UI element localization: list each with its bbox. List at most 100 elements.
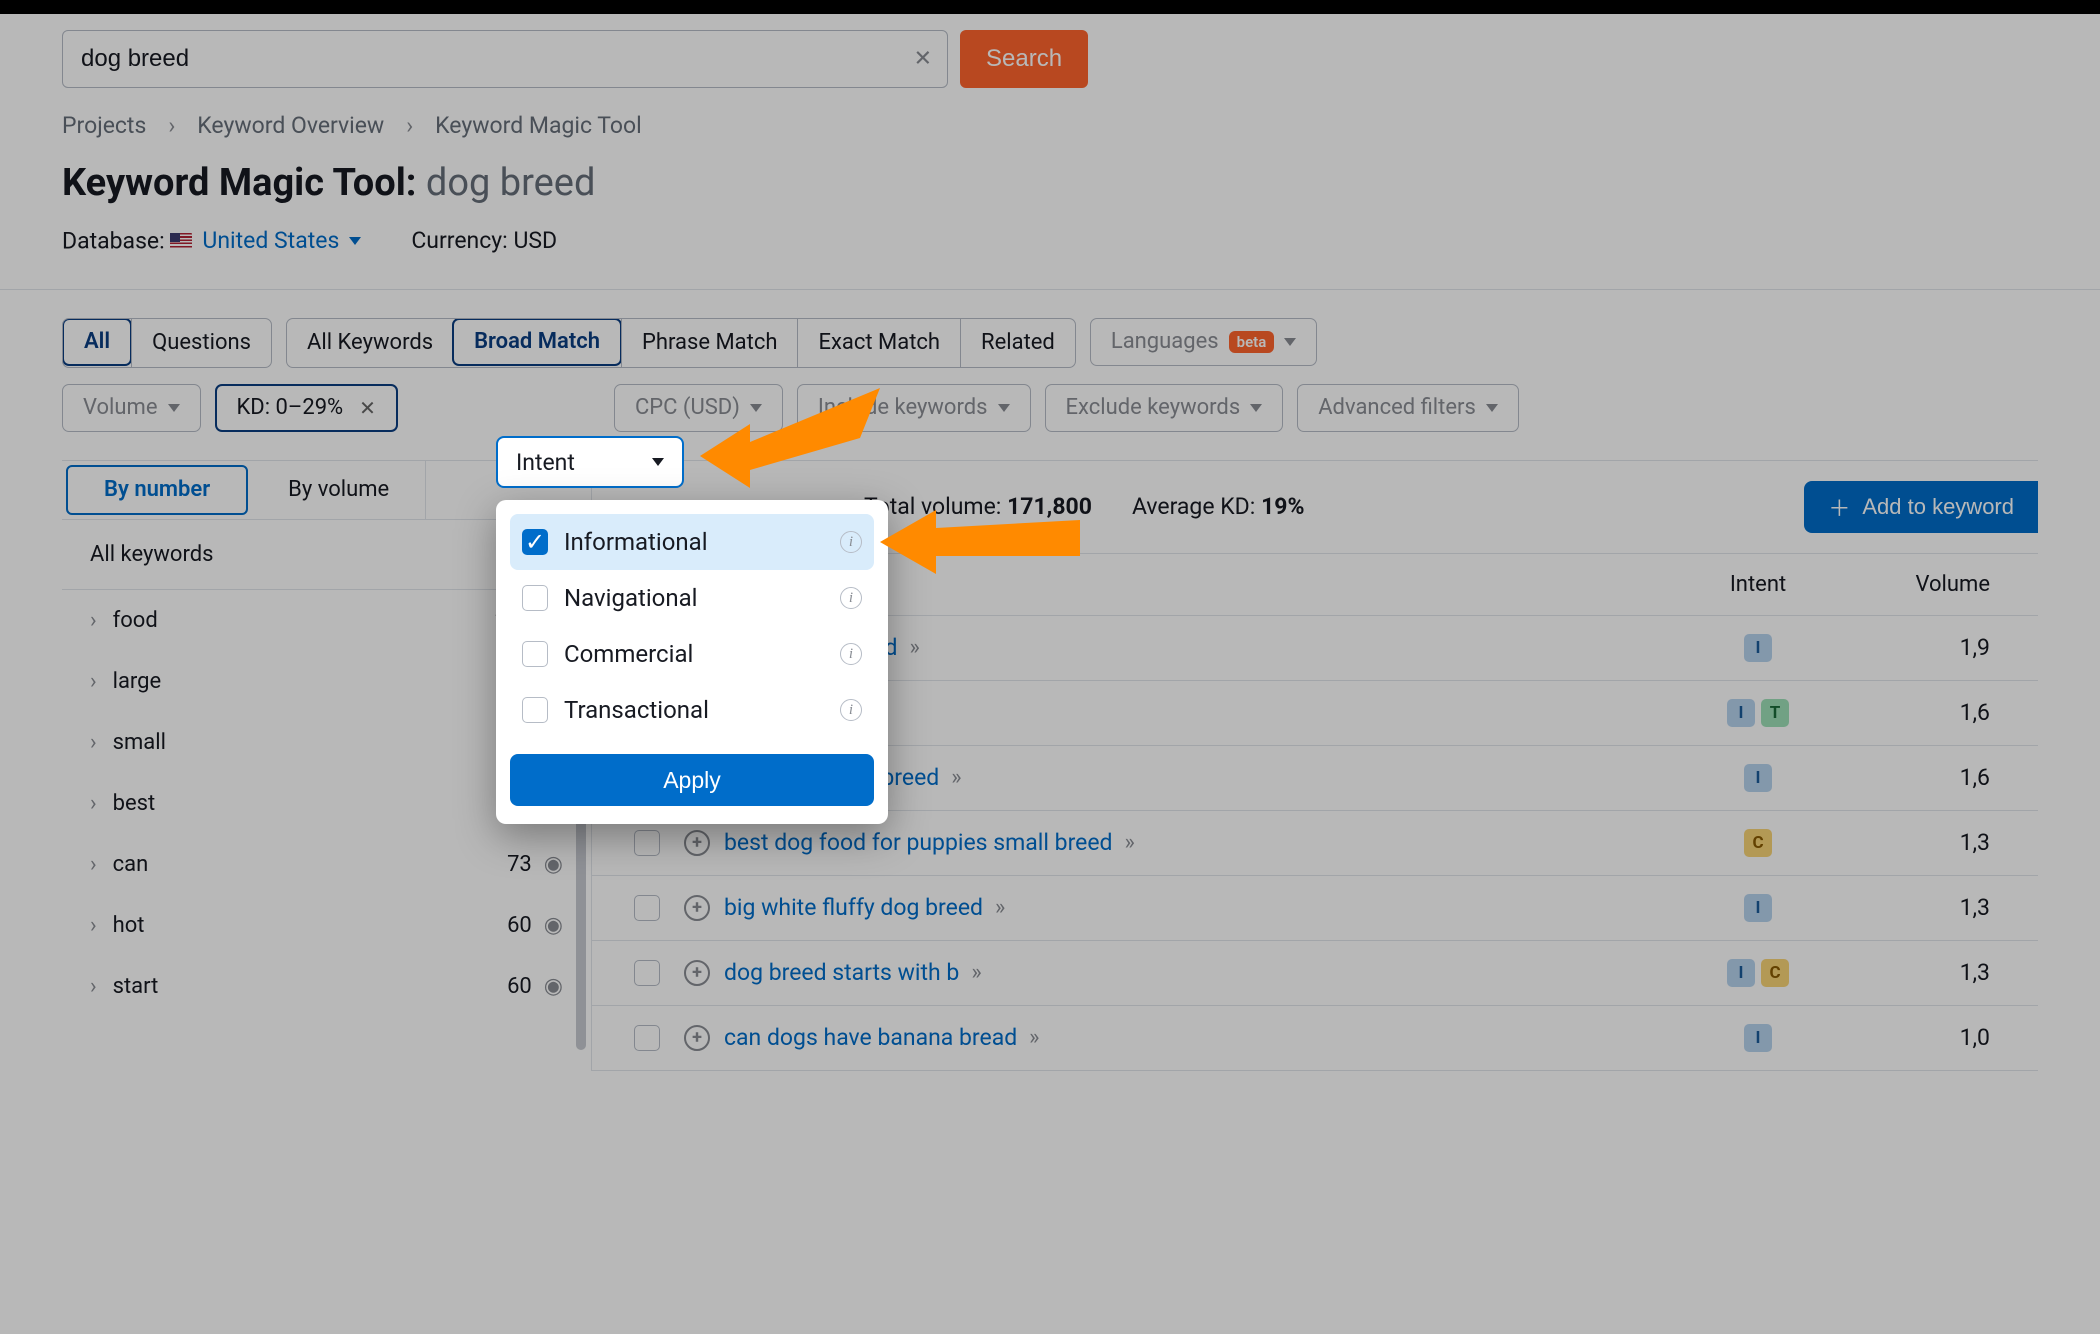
- eye-icon[interactable]: ◉: [544, 913, 563, 938]
- keyword-link[interactable]: best dog food for puppies small breed: [724, 829, 1113, 856]
- keyword-link[interactable]: can dogs have banana bread: [724, 1024, 1017, 1051]
- chevron-down-icon: [1284, 338, 1296, 346]
- chevron-right-icon: ›: [168, 112, 175, 139]
- volume-value: 1,3: [1838, 959, 2038, 986]
- volume-value: 1,9: [1838, 634, 2038, 661]
- avg-kd-label: Average KD:: [1132, 493, 1255, 520]
- title-query: dog breed: [426, 161, 595, 205]
- chevron-down-icon: [168, 404, 180, 412]
- intent-popover: ✓InformationaliNavigationaliCommercialiT…: [496, 500, 888, 824]
- add-btn-label: Add to keyword: [1862, 494, 2014, 520]
- close-icon[interactable]: ✕: [359, 396, 376, 420]
- sidebar-keyword-item[interactable]: ›hot60◉: [62, 895, 591, 956]
- breadcrumb-item[interactable]: Projects: [62, 112, 146, 139]
- info-icon[interactable]: i: [840, 699, 862, 721]
- chevron-right-icon: ›: [90, 913, 97, 938]
- row-checkbox[interactable]: [634, 895, 660, 921]
- keyword-label: large: [113, 669, 162, 694]
- expand-icon[interactable]: +: [684, 830, 710, 856]
- keyword-link[interactable]: dog breed starts with b: [724, 959, 959, 986]
- checkbox[interactable]: [522, 641, 548, 667]
- keyword-label: food: [113, 608, 158, 633]
- keyword-label: best: [113, 791, 156, 816]
- intent-badge-I: I: [1744, 894, 1772, 922]
- database-value: United States: [202, 227, 339, 254]
- row-checkbox[interactable]: [634, 830, 660, 856]
- intent-option[interactable]: Navigationali: [510, 570, 874, 626]
- intent-badge-I: I: [1727, 959, 1755, 987]
- chevrons-icon: »: [909, 635, 915, 660]
- database-selector[interactable]: United States: [170, 227, 361, 254]
- info-icon[interactable]: i: [840, 587, 862, 609]
- checkbox[interactable]: ✓: [522, 529, 548, 555]
- checkbox[interactable]: [522, 585, 548, 611]
- breadcrumb-item[interactable]: Keyword Overview: [197, 112, 384, 139]
- expand-icon[interactable]: +: [684, 895, 710, 921]
- filter-kd[interactable]: KD: 0–29% ✕: [215, 384, 398, 432]
- chevron-down-icon: [1486, 404, 1498, 412]
- intent-option[interactable]: Commercial i: [510, 626, 874, 682]
- filter-exclude-keywords[interactable]: Exclude keywords: [1045, 384, 1284, 432]
- add-to-keyword-button[interactable]: ＋ Add to keyword: [1804, 481, 2038, 533]
- chevron-right-icon: ›: [90, 974, 97, 999]
- chevrons-icon: »: [1125, 830, 1131, 855]
- col-intent[interactable]: Intent: [1678, 572, 1838, 597]
- expand-icon[interactable]: +: [684, 960, 710, 986]
- intent-option-label: Informational: [564, 528, 708, 556]
- volume-label: Volume: [83, 395, 158, 420]
- search-input[interactable]: [62, 30, 948, 88]
- filter-questions[interactable]: Questions: [131, 319, 271, 367]
- chevron-down-icon: [1250, 404, 1262, 412]
- chevron-right-icon: ›: [406, 112, 413, 139]
- expand-icon[interactable]: +: [684, 1025, 710, 1051]
- clear-search-icon[interactable]: ✕: [914, 47, 932, 72]
- sidebar-keyword-item[interactable]: ›can73◉: [62, 834, 591, 895]
- sidebar-keyword-item[interactable]: ›start60◉: [62, 956, 591, 1017]
- row-checkbox[interactable]: [634, 1025, 660, 1051]
- filter-exact-match[interactable]: Exact Match: [797, 319, 960, 367]
- keyword-count: 60: [507, 974, 532, 999]
- eye-icon[interactable]: ◉: [544, 974, 563, 999]
- intent-badge-I: I: [1744, 1024, 1772, 1052]
- intent-option[interactable]: ✓ Informational i: [510, 514, 874, 570]
- keyword-label: small: [113, 730, 166, 755]
- us-flag-icon: [170, 233, 192, 249]
- checkbox[interactable]: [522, 697, 548, 723]
- tab-by-number[interactable]: By number: [66, 465, 248, 515]
- languages-label: Languages: [1111, 329, 1219, 354]
- volume-value: 1,3: [1838, 894, 2038, 921]
- intent-badge-C: C: [1761, 959, 1789, 987]
- currency-label: Currency:: [411, 227, 507, 254]
- filter-advanced[interactable]: Advanced filters: [1297, 384, 1519, 432]
- eye-icon[interactable]: ◉: [544, 852, 563, 877]
- chevron-right-icon: ›: [90, 791, 97, 816]
- search-button[interactable]: Search: [960, 30, 1088, 88]
- chevron-right-icon: ›: [90, 852, 97, 877]
- keyword-link[interactable]: big white fluffy dog breed: [724, 894, 983, 921]
- beta-badge: beta: [1229, 331, 1275, 353]
- intent-option-label: Transactional: [564, 696, 709, 724]
- filter-languages[interactable]: Languages beta: [1090, 318, 1317, 366]
- apply-button[interactable]: Apply: [510, 754, 874, 806]
- info-icon[interactable]: i: [840, 531, 862, 553]
- keyword-label: can: [113, 852, 149, 877]
- col-volume[interactable]: Volume: [1838, 572, 2038, 597]
- filter-related[interactable]: Related: [960, 319, 1075, 367]
- chevron-down-icon: [652, 458, 664, 466]
- info-icon[interactable]: i: [840, 643, 862, 665]
- filter-all[interactable]: All: [62, 318, 132, 366]
- table-row: +can dogs have banana bread»I1,0: [592, 1006, 2038, 1071]
- filter-volume[interactable]: Volume: [62, 384, 201, 432]
- intent-option-label: Commercial: [564, 640, 693, 668]
- filter-all-keywords[interactable]: All Keywords: [287, 319, 453, 367]
- database-label: Database:: [62, 228, 165, 255]
- intent-option[interactable]: Transactional i: [510, 682, 874, 738]
- row-checkbox[interactable]: [634, 960, 660, 986]
- filter-intent[interactable]: Intent: [496, 436, 684, 488]
- window-topbar: [0, 0, 2100, 14]
- filter-broad-match[interactable]: Broad Match: [452, 318, 622, 366]
- page-title: Keyword Magic Tool: dog breed: [62, 161, 2038, 227]
- filter-phrase-match[interactable]: Phrase Match: [621, 319, 797, 367]
- tab-by-volume[interactable]: By volume: [252, 461, 426, 519]
- title-tool: Keyword Magic Tool:: [62, 161, 416, 205]
